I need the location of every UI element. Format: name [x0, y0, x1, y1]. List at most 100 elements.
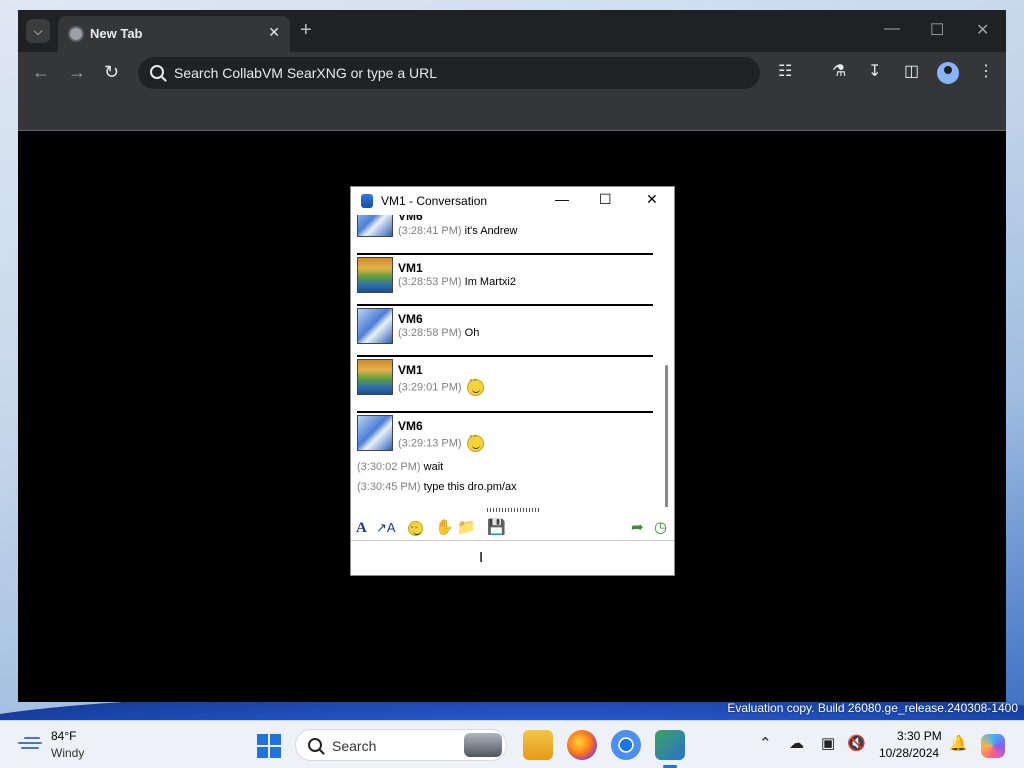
weather-temperature[interactable]: 84°F — [51, 729, 76, 743]
smile-icon — [466, 379, 484, 396]
message-separator — [357, 355, 653, 357]
conv-close-icon[interactable]: ✕ — [646, 191, 658, 208]
labs-flask-icon[interactable]: ⚗ — [832, 63, 846, 81]
copilot-icon[interactable] — [981, 734, 1005, 758]
message-line: (3:30:45 PM) type this dro.pm/ax — [357, 481, 517, 493]
font-icon[interactable]: A — [356, 519, 367, 537]
avatar — [357, 257, 393, 293]
tab-title: New Tab — [90, 26, 143, 41]
message-time: (3:28:53 PM) — [398, 276, 462, 288]
bookmarks-bar — [18, 94, 1006, 131]
firefox-icon[interactable] — [567, 730, 597, 760]
close-tab-icon[interactable]: ✕ — [268, 24, 280, 41]
message-line: (3:28:41 PM) it's Andrew — [398, 225, 518, 237]
message-time: (3:29:13 PM) — [398, 437, 462, 450]
evaluation-watermark: Evaluation copy. Build 26080.ge_release.… — [727, 701, 1018, 715]
messenger-app-icon — [361, 194, 373, 208]
weather-description[interactable]: Windy — [51, 746, 84, 760]
chevron-up-icon[interactable]: ⌃ — [759, 736, 772, 752]
message-text: it's Andrew — [464, 225, 518, 237]
file-explorer-icon[interactable] — [523, 730, 553, 760]
conversation-titlebar[interactable]: VM1 - Conversation — ☐ ✕ — [351, 187, 674, 215]
messenger-taskbar-icon[interactable] — [655, 730, 685, 760]
message-line: (3:30:02 PM) wait — [357, 461, 443, 473]
search-icon — [308, 738, 322, 752]
avatar — [357, 215, 393, 237]
transfer-icon[interactable]: ➦ — [631, 519, 644, 537]
close-window-icon[interactable]: ✕ — [976, 20, 989, 40]
message-line: (3:29:01 PM) — [398, 379, 484, 396]
message-time: (3:30:02 PM) — [357, 461, 421, 473]
clock-time[interactable]: 3:30 PM — [897, 729, 942, 743]
avatar — [357, 415, 393, 451]
tab-new-tab[interactable]: New Tab ✕ — [58, 16, 290, 52]
message-time: (3:30:45 PM) — [357, 481, 421, 493]
windows-start-icon[interactable] — [257, 734, 281, 758]
message-history[interactable]: VM6 (3:28:41 PM) it's Andrew VM1 (3:28:5… — [351, 215, 674, 507]
new-tab-plus-icon[interactable]: + — [300, 20, 312, 40]
message-sender: VM6 — [398, 419, 423, 433]
history-scrollbar[interactable] — [665, 365, 668, 507]
history-clock-icon[interactable]: ◷ — [654, 519, 667, 537]
message-time: (3:28:41 PM) — [398, 225, 462, 237]
menu-kebab-icon[interactable]: ⋮ — [978, 63, 994, 81]
message-text: wait — [423, 461, 444, 473]
formatting-toolbar: A ↗A ✋ 📁 💾 ➦ ◷ — [351, 515, 674, 541]
message-text: type this dro.pm/ax — [423, 481, 517, 493]
conv-minimize-icon[interactable]: — — [555, 191, 569, 207]
message-input[interactable]: I — [351, 541, 674, 575]
message-separator — [357, 411, 653, 413]
message-line: (3:28:58 PM) Oh — [398, 327, 479, 339]
notification-bell-icon[interactable]: 🔔 — [949, 736, 968, 752]
splitter-grip[interactable] — [487, 508, 541, 512]
text-cursor-icon: I — [479, 549, 484, 566]
forward-arrow-icon[interactable]: → — [68, 63, 86, 81]
message-text: Oh — [464, 327, 480, 339]
taskbar-search-label: Search — [332, 738, 377, 754]
conversation-title: VM1 - Conversation — [381, 194, 488, 208]
network-icon[interactable]: ▣ — [821, 736, 835, 752]
message-line: (3:29:13 PM) — [398, 435, 484, 452]
font-color-icon[interactable]: ↗A — [376, 519, 396, 537]
maximize-icon[interactable]: ☐ — [930, 20, 944, 40]
volume-muted-icon[interactable]: 🔇 — [847, 736, 866, 752]
save-icon[interactable]: 💾 — [487, 519, 506, 537]
onedrive-icon[interactable]: ☁ — [789, 736, 804, 752]
emoticon-icon[interactable] — [406, 519, 423, 540]
message-sender: VM6 — [398, 215, 423, 223]
wind-weather-icon[interactable] — [18, 735, 42, 753]
tab-bar: ⌵ New Tab ✕ + — ☐ ✕ — [18, 10, 1006, 52]
clock-date[interactable]: 10/28/2024 — [879, 746, 939, 760]
message-text: Im Martxi2 — [464, 276, 516, 288]
message-sender: VM6 — [398, 312, 423, 326]
avatar — [357, 359, 393, 395]
profile-avatar-icon[interactable] — [937, 62, 959, 84]
taskbar: 84°F Windy Search ⌃ ☁ ▣ 🔇 3:30 PM 10/28/… — [0, 720, 1024, 768]
conv-maximize-icon[interactable]: ☐ — [599, 191, 612, 208]
chrome-icon[interactable] — [611, 730, 641, 760]
message-time: (3:28:58 PM) — [398, 327, 462, 339]
smile-icon — [466, 435, 484, 452]
side-panel-icon[interactable]: ◫ — [904, 63, 919, 81]
back-arrow-icon[interactable]: ← — [32, 63, 50, 81]
extensions-icon[interactable]: ☷ — [778, 63, 792, 81]
avatar — [357, 308, 393, 344]
browser-toolbar: ← → ↻ Search CollabVM SearXNG or type a … — [18, 52, 1006, 94]
search-highlight-icon — [464, 733, 502, 757]
address-bar-placeholder: Search CollabVM SearXNG or type a URL — [174, 65, 437, 81]
download-icon[interactable]: ↧ — [868, 63, 881, 81]
taskbar-search[interactable]: Search — [295, 729, 507, 761]
address-bar[interactable]: Search CollabVM SearXNG or type a URL — [138, 57, 760, 89]
nudge-icon[interactable]: ✋ — [435, 519, 454, 537]
message-line: (3:28:53 PM) Im Martxi2 — [398, 276, 516, 288]
message-sender: VM1 — [398, 261, 423, 275]
message-sender: VM1 — [398, 363, 423, 377]
reload-icon[interactable]: ↻ — [104, 63, 119, 81]
smile-icon — [408, 520, 423, 540]
minimize-icon[interactable]: — — [884, 20, 900, 38]
message-time: (3:29:01 PM) — [398, 381, 462, 394]
globe-icon — [68, 26, 84, 42]
conversation-window: VM1 - Conversation — ☐ ✕ VM6 (3:28:41 PM… — [350, 186, 675, 576]
send-file-icon[interactable]: 📁 — [457, 519, 476, 537]
tab-search-dropdown-icon[interactable]: ⌵ — [26, 19, 50, 43]
